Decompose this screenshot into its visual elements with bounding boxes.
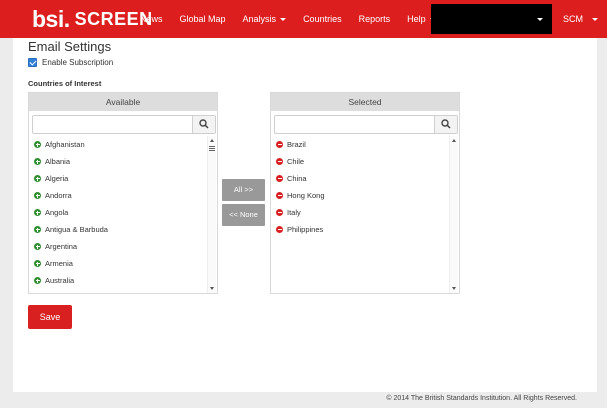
nav-item-label: Help <box>407 14 426 24</box>
remove-icon[interactable] <box>276 141 283 148</box>
save-button[interactable]: Save <box>28 305 72 329</box>
selected-panel: Selected Brazil Chile China Hong Kong It… <box>270 92 460 294</box>
nav-item-label: News <box>140 14 163 24</box>
list-item[interactable]: China <box>273 170 449 187</box>
list-item[interactable]: Armenia <box>31 255 207 272</box>
country-name: Philippines <box>287 225 324 234</box>
nav-menu: News Global Map Analysis Countries Repor… <box>140 0 453 38</box>
enable-subscription-label: Enable Subscription <box>42 58 114 67</box>
list-item[interactable]: Italy <box>273 204 449 221</box>
country-name: Chile <box>287 157 305 166</box>
top-navbar: bsi. SCREEN News Global Map Analysis Cou… <box>0 0 607 38</box>
user-label: SCM <box>563 14 583 24</box>
country-name: Australia <box>45 276 75 285</box>
country-name: Angola <box>45 208 69 217</box>
selected-search-input[interactable] <box>274 115 458 134</box>
add-icon[interactable] <box>34 260 41 267</box>
country-name: Albania <box>45 157 71 166</box>
list-item[interactable]: Afghanistan <box>31 136 207 153</box>
available-panel: Available Afghanistan Albania Algeria An… <box>28 92 218 294</box>
list-item[interactable]: Philippines <box>273 221 449 238</box>
brand-logo[interactable]: bsi. SCREEN <box>32 4 153 34</box>
country-name: Antigua & Barbuda <box>45 225 108 234</box>
nav-item-analysis[interactable]: Analysis <box>243 14 287 24</box>
selected-header: Selected <box>271 93 459 111</box>
available-scrollbar[interactable] <box>207 136 216 293</box>
add-icon[interactable] <box>34 175 41 182</box>
nav-item-countries[interactable]: Countries <box>303 14 342 24</box>
add-icon[interactable] <box>34 141 41 148</box>
add-icon[interactable] <box>34 277 41 284</box>
remove-icon[interactable] <box>276 158 283 165</box>
list-item[interactable]: Andorra <box>31 187 207 204</box>
page-title: Email Settings <box>28 39 112 54</box>
list-item[interactable]: Chile <box>273 153 449 170</box>
list-item[interactable]: Argentina <box>31 238 207 255</box>
nav-item-label: Global Map <box>179 14 226 24</box>
add-icon[interactable] <box>34 243 41 250</box>
copyright-text: © 2014 The British Standards Institution… <box>386 395 577 402</box>
brand-bsi-text: bsi. <box>32 5 70 32</box>
list-item[interactable]: Albania <box>31 153 207 170</box>
country-name: Italy <box>287 208 301 217</box>
user-menu[interactable]: SCM <box>563 0 598 38</box>
selected-search-button[interactable] <box>434 116 457 133</box>
add-icon[interactable] <box>34 158 41 165</box>
add-icon[interactable] <box>34 226 41 233</box>
country-name: Argentina <box>45 242 78 251</box>
list-item[interactable]: Australia <box>31 272 207 289</box>
nav-item-news[interactable]: News <box>140 14 163 24</box>
add-icon[interactable] <box>34 209 41 216</box>
list-item-partial[interactable] <box>31 289 207 292</box>
search-icon <box>199 119 209 129</box>
list-item[interactable]: Antigua & Barbuda <box>31 221 207 238</box>
list-item[interactable]: Angola <box>31 204 207 221</box>
scroll-down-icon[interactable] <box>452 287 456 290</box>
country-name: Brazil <box>287 140 306 149</box>
country-name: Armenia <box>45 259 73 268</box>
available-search-button[interactable] <box>192 116 215 133</box>
chevron-down-icon <box>537 18 543 21</box>
countries-of-interest-label: Countries of Interest <box>28 79 102 88</box>
remove-icon[interactable] <box>276 209 283 216</box>
list-item[interactable]: Algeria <box>31 170 207 187</box>
enable-subscription-checkbox[interactable] <box>28 58 37 67</box>
remove-icon[interactable] <box>276 226 283 233</box>
country-name: China <box>287 174 307 183</box>
available-search-input[interactable] <box>32 115 216 134</box>
selected-list: Brazil Chile China Hong Kong Italy Phili… <box>273 136 449 292</box>
nav-item-label: Countries <box>303 14 342 24</box>
available-list: Afghanistan Albania Algeria Andorra Ango… <box>31 136 207 292</box>
select-none-button[interactable]: << None <box>222 204 265 226</box>
select-all-button[interactable]: All >> <box>222 179 265 201</box>
scroll-up-icon[interactable] <box>452 139 456 142</box>
country-name: Hong Kong <box>287 191 325 200</box>
add-icon[interactable] <box>34 192 41 199</box>
scroll-up-icon[interactable] <box>210 139 214 142</box>
chevron-down-icon <box>280 17 287 21</box>
remove-icon[interactable] <box>276 175 283 182</box>
chevron-down-icon <box>592 17 598 21</box>
search-icon <box>441 119 451 129</box>
enable-subscription-row[interactable]: Enable Subscription <box>28 58 113 67</box>
nav-item-global-map[interactable]: Global Map <box>180 14 226 24</box>
country-name: Algeria <box>45 174 69 183</box>
scroll-thumb-grip-icon[interactable] <box>209 146 215 151</box>
footer: © 2014 The British Standards Institution… <box>0 392 607 408</box>
remove-icon[interactable] <box>276 192 283 199</box>
main-content: Email Settings Enable Subscription Count… <box>13 38 597 393</box>
nav-dropdown-blank[interactable] <box>431 4 552 34</box>
list-item[interactable]: Brazil <box>273 136 449 153</box>
country-name: Afghanistan <box>45 140 85 149</box>
available-header: Available <box>29 93 217 111</box>
scroll-down-icon[interactable] <box>210 287 214 290</box>
nav-item-label: Analysis <box>242 14 277 24</box>
list-item[interactable]: Hong Kong <box>273 187 449 204</box>
country-name: Andorra <box>45 191 72 200</box>
nav-item-label: Reports <box>358 14 391 24</box>
selected-scrollbar[interactable] <box>449 136 458 293</box>
nav-item-reports[interactable]: Reports <box>359 14 391 24</box>
